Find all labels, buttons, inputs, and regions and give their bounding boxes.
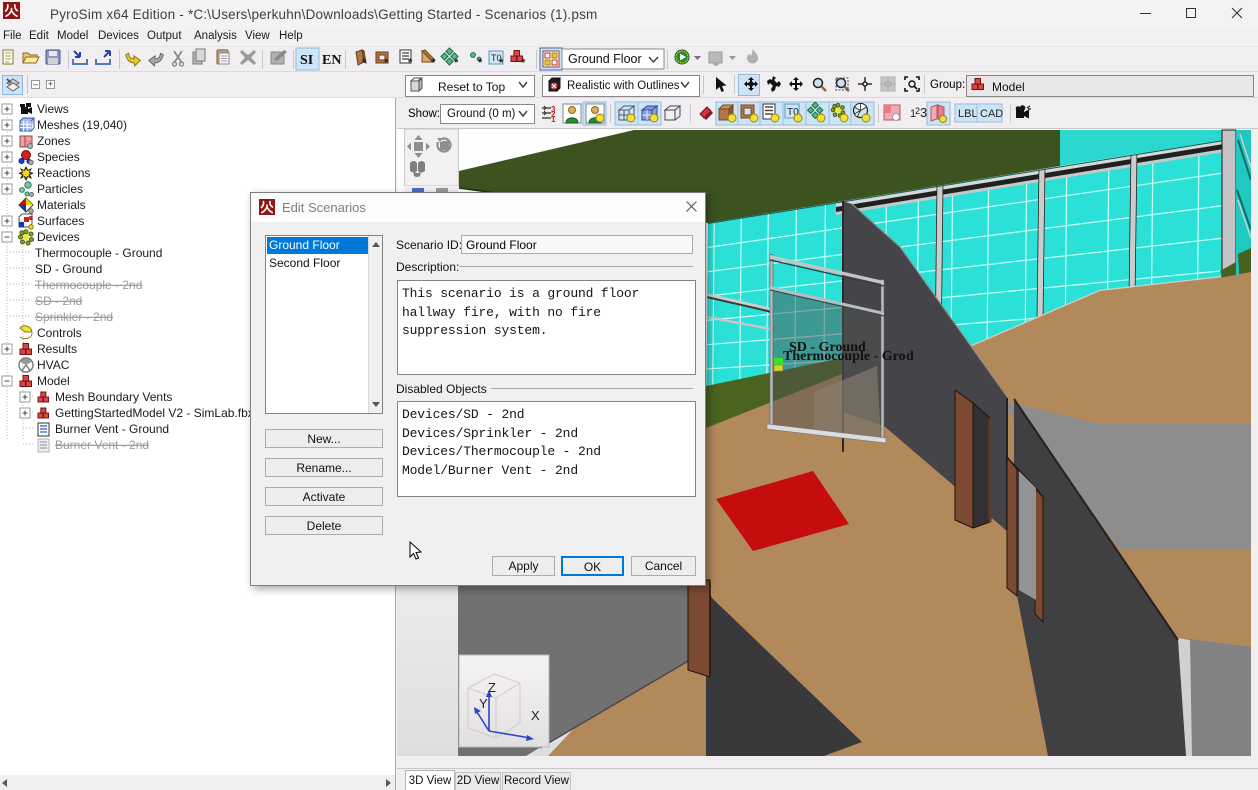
svg-text:Views: Views <box>37 102 69 116</box>
svg-text:Results: Results <box>37 342 77 356</box>
svg-text:CAD: CAD <box>980 108 1003 120</box>
svg-text:Zones: Zones <box>37 134 70 148</box>
svg-text:Reactions: Reactions <box>37 166 90 180</box>
svg-text:Ground Floor: Ground Floor <box>568 52 642 66</box>
svg-text:Species: Species <box>37 150 80 164</box>
svg-text:Devices: Devices <box>37 230 80 244</box>
svg-text:EN: EN <box>322 53 341 68</box>
svg-text:3: 3 <box>920 105 927 120</box>
svg-text:SD - 2nd: SD - 2nd <box>35 294 82 308</box>
svg-text:LBL: LBL <box>958 108 978 120</box>
svg-text:*: * <box>454 57 459 69</box>
svg-text:d: d <box>906 349 914 364</box>
svg-text:SI: SI <box>300 53 313 68</box>
svg-text:*: * <box>521 57 526 69</box>
svg-text:GettingStartedModel V2 - SimLa: GettingStartedModel V2 - SimLab.fbx <box>55 406 254 420</box>
svg-text:*: * <box>384 57 389 69</box>
svg-text:1: 1 <box>551 115 556 124</box>
svg-text:*: * <box>499 57 504 69</box>
svg-text:Model: Model <box>37 374 70 388</box>
svg-text:Thermocouple - Ground: Thermocouple - Ground <box>35 246 162 260</box>
svg-text:Thermocouple - Gro: Thermocouple - Gro <box>783 349 906 364</box>
svg-text:Materials: Materials <box>37 198 86 212</box>
svg-text:Particles: Particles <box>37 182 83 196</box>
svg-text:SD - Ground: SD - Ground <box>35 262 102 276</box>
svg-text:Meshes (19,040): Meshes (19,040) <box>37 118 127 132</box>
svg-text:HVAC: HVAC <box>37 358 70 372</box>
svg-text:Burner Vent - Ground: Burner Vent - Ground <box>55 422 169 436</box>
svg-text:*: * <box>478 57 483 69</box>
svg-text:Burner Vent - 2nd: Burner Vent - 2nd <box>55 438 149 452</box>
svg-text:*: * <box>431 57 436 69</box>
svg-text:Z: Z <box>488 680 496 695</box>
svg-text:*: * <box>408 57 413 69</box>
svg-text:X: X <box>531 708 540 723</box>
svg-text:Controls: Controls <box>37 326 82 340</box>
svg-text:Thermocouple - 2nd: Thermocouple - 2nd <box>35 278 142 292</box>
svg-text:Sprinkler - 2nd: Sprinkler - 2nd <box>35 310 113 324</box>
svg-text:Y: Y <box>479 696 488 711</box>
svg-text:*: * <box>362 57 367 69</box>
svg-text:Surfaces: Surfaces <box>37 214 84 228</box>
svg-text:Mesh Boundary Vents: Mesh Boundary Vents <box>55 390 172 404</box>
